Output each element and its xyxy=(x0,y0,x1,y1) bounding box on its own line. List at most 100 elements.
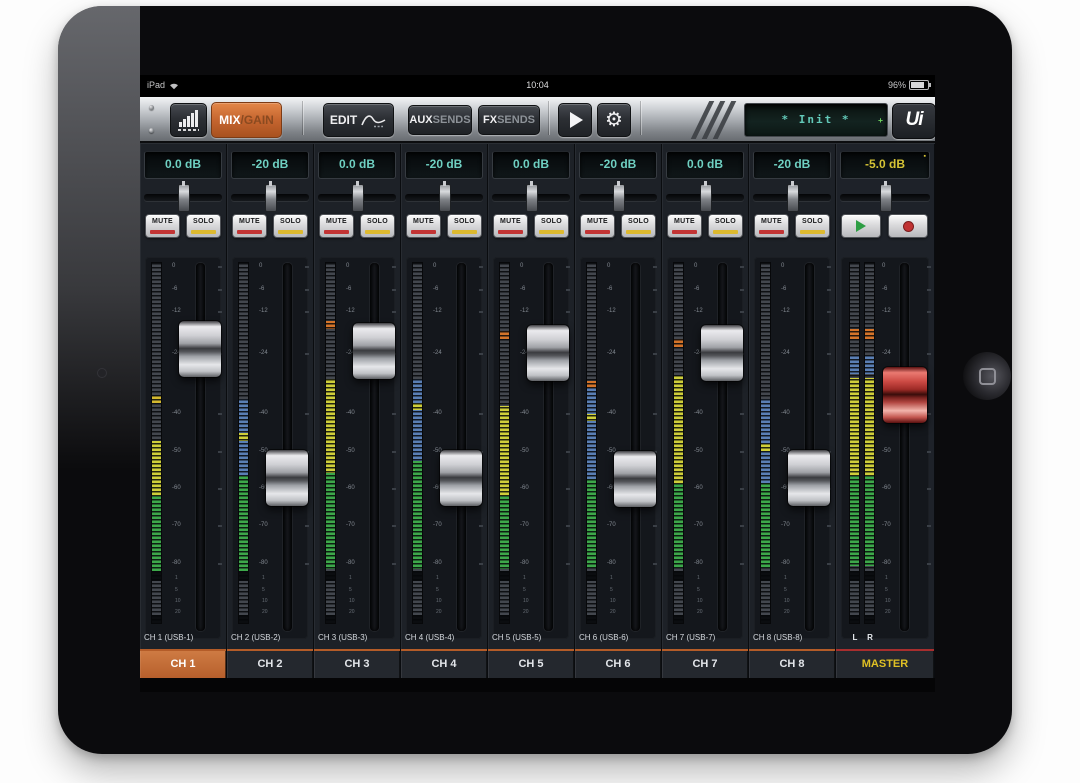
meter-scale-label: 5 xyxy=(262,588,265,593)
meter-scale-label: 10 xyxy=(610,599,616,604)
solo-button[interactable]: SOLO xyxy=(621,214,656,238)
solo-button[interactable]: SOLO xyxy=(273,214,308,238)
solo-button[interactable]: SOLO xyxy=(186,214,221,238)
fader-track[interactable] xyxy=(900,263,909,631)
fader-track[interactable] xyxy=(283,263,292,631)
pan-thumb[interactable] xyxy=(613,184,625,212)
fader-track[interactable] xyxy=(718,263,727,631)
pan-slider[interactable] xyxy=(227,182,313,212)
tab-ch4[interactable]: CH 4 xyxy=(401,649,487,679)
fader-knob[interactable] xyxy=(614,451,656,507)
fader-track[interactable] xyxy=(805,263,814,631)
mute-button[interactable]: MUTE xyxy=(493,214,528,238)
meters-view-button[interactable] xyxy=(170,103,207,137)
solo-button[interactable]: SOLO xyxy=(708,214,743,238)
solo-button[interactable]: SOLO xyxy=(447,214,482,238)
transport-play-button[interactable] xyxy=(558,103,592,137)
tab-ch2[interactable]: CH 2 xyxy=(227,649,313,679)
pan-slider[interactable] xyxy=(140,182,226,212)
fader-knob[interactable] xyxy=(527,325,569,381)
fader-knob[interactable] xyxy=(788,450,830,506)
meter-scale-label: -70 xyxy=(882,522,891,528)
mute-button[interactable]: MUTE xyxy=(580,214,615,238)
balance-slider[interactable] xyxy=(836,182,934,212)
screen-bottom-bar xyxy=(140,678,935,692)
pan-thumb[interactable] xyxy=(178,184,190,212)
fader-knob[interactable] xyxy=(353,323,395,379)
fader-knob[interactable] xyxy=(266,450,308,506)
meter-scale-label: -70 xyxy=(346,522,355,528)
pan-thumb[interactable] xyxy=(787,184,799,212)
settings-button[interactable]: ⚙ xyxy=(597,103,631,137)
aux-sends-button[interactable]: AUXSENDS xyxy=(408,105,472,135)
mute-button[interactable]: MUTE xyxy=(754,214,789,238)
pan-thumb[interactable] xyxy=(880,184,892,212)
tab-master[interactable]: MASTER xyxy=(836,649,934,679)
solo-button[interactable]: SOLO xyxy=(360,214,395,238)
fader-knob[interactable] xyxy=(701,325,743,381)
pan-slider[interactable] xyxy=(662,182,748,212)
mute-button[interactable]: MUTE xyxy=(406,214,441,238)
pan-thumb[interactable] xyxy=(439,184,451,212)
meter-scale-label: -80 xyxy=(882,560,891,566)
fader-track[interactable] xyxy=(370,263,379,631)
fader-db-readout: -20 dB xyxy=(753,151,831,179)
meter-scale-label: -70 xyxy=(433,522,442,528)
tab-ch5[interactable]: CH 5 xyxy=(488,649,574,679)
pan-slider[interactable] xyxy=(314,182,400,212)
meter-scale-label: -70 xyxy=(520,522,529,528)
record-icon xyxy=(903,221,914,232)
meter-scale-label: -40 xyxy=(433,410,442,416)
pan-thumb[interactable] xyxy=(700,184,712,212)
fader-db-readout: 0.0 dB xyxy=(666,151,744,179)
meter-scale-label: 0 xyxy=(433,263,436,269)
mute-button[interactable]: MUTE xyxy=(145,214,180,238)
tab-ch7[interactable]: CH 7 xyxy=(662,649,748,679)
pan-slider[interactable] xyxy=(749,182,835,212)
level-meter xyxy=(674,263,683,623)
fader-track[interactable] xyxy=(544,263,553,631)
tab-ch3[interactable]: CH 3 xyxy=(314,649,400,679)
pan-slider[interactable] xyxy=(401,182,487,212)
fader-track[interactable] xyxy=(196,263,205,631)
meter-scale-label: -6 xyxy=(346,286,351,292)
meter-scale-label: 5 xyxy=(697,588,700,593)
tab-ch8[interactable]: CH 8 xyxy=(749,649,835,679)
play-button[interactable] xyxy=(841,214,881,238)
record-button[interactable] xyxy=(888,214,928,238)
mix-gain-button[interactable]: MIX/GAIN xyxy=(211,102,282,138)
mute-button[interactable]: MUTE xyxy=(667,214,702,238)
meter-scale-label: -24 xyxy=(259,350,268,356)
meter-scale-label: -12 xyxy=(520,308,529,314)
meter-scale-label: -40 xyxy=(520,410,529,416)
meter-scale-label: -80 xyxy=(694,560,703,566)
tab-ch6[interactable]: CH 6 xyxy=(575,649,661,679)
pan-slider[interactable] xyxy=(575,182,661,212)
fader-track[interactable] xyxy=(457,263,466,631)
fx-sends-button[interactable]: FXSENDS xyxy=(478,105,540,135)
mute-button[interactable]: MUTE xyxy=(319,214,354,238)
fader-db-readout: -20 dB xyxy=(231,151,309,179)
fader-db-readout: -20 dB xyxy=(405,151,483,179)
home-button[interactable] xyxy=(963,352,1011,400)
gain-label: /GAIN xyxy=(241,113,274,127)
mute-button[interactable]: MUTE xyxy=(232,214,267,238)
meter-scale-label: 1 xyxy=(885,576,888,581)
strip-master: -5.0 dB▪0-6-12-24-40-50-60-70-80151020LR… xyxy=(836,144,935,679)
solo-button[interactable]: SOLO xyxy=(534,214,569,238)
pan-thumb[interactable] xyxy=(265,184,277,212)
edit-button[interactable]: EDIT xyxy=(323,103,394,137)
meter-scale-label: -12 xyxy=(607,308,616,314)
fader-track[interactable] xyxy=(631,263,640,631)
meter-scale-label: 10 xyxy=(349,599,355,604)
pan-thumb[interactable] xyxy=(352,184,364,212)
meter-scale-label: 1 xyxy=(697,576,700,581)
solo-button[interactable]: SOLO xyxy=(795,214,830,238)
fader-knob[interactable] xyxy=(179,321,221,377)
meter-scale-label: -70 xyxy=(781,522,790,528)
pan-thumb[interactable] xyxy=(526,184,538,212)
fader-knob[interactable] xyxy=(883,367,927,423)
fader-knob[interactable] xyxy=(440,450,482,506)
tab-ch1[interactable]: CH 1 xyxy=(140,649,226,679)
pan-slider[interactable] xyxy=(488,182,574,212)
